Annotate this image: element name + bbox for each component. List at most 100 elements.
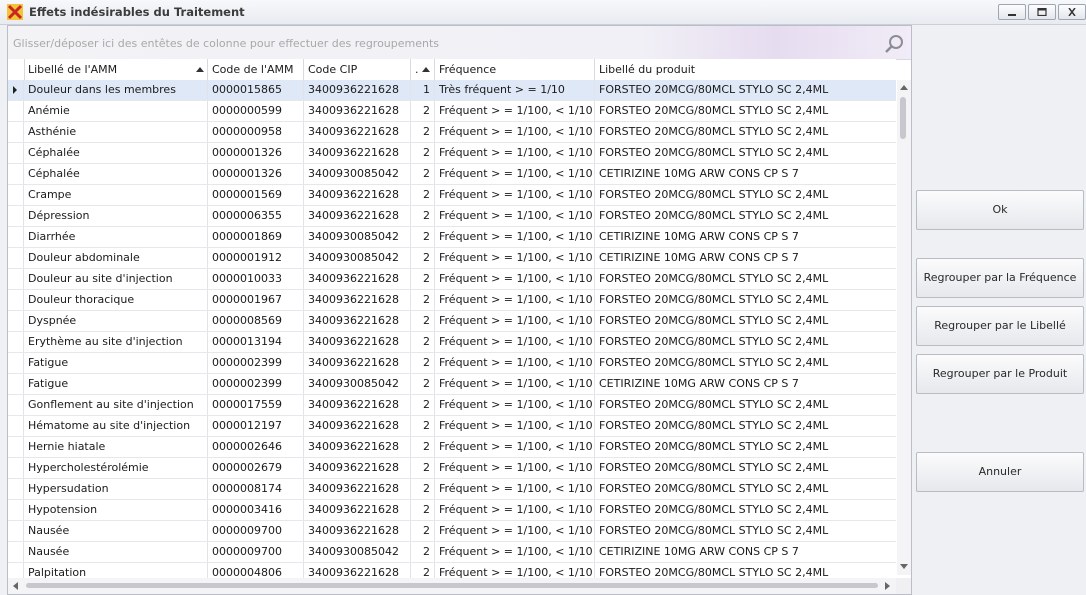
cell-amm-code[interactable]: 0000001326: [208, 164, 304, 184]
cell-cip-code[interactable]: 3400936221628: [304, 185, 411, 205]
cell-frequency[interactable]: Fréquent > = 1/100, < 1/10: [435, 101, 595, 121]
vertical-scrollbar[interactable]: [897, 80, 911, 575]
cell-rank[interactable]: 2: [411, 185, 435, 205]
cell-amm-code[interactable]: 0000008174: [208, 479, 304, 499]
cell-rank[interactable]: 1: [411, 80, 435, 100]
cell-frequency[interactable]: Fréquent > = 1/100, < 1/10: [435, 206, 595, 226]
scroll-left-arrow-icon[interactable]: [13, 582, 18, 590]
horizontal-scroll-thumb[interactable]: [26, 583, 878, 588]
cell-amm-code[interactable]: 0000000599: [208, 101, 304, 121]
cell-amm-code[interactable]: 0000006355: [208, 206, 304, 226]
cell-product[interactable]: FORSTEO 20MCG/80MCL STYLO SC 2,4ML: [595, 416, 896, 436]
cell-rank[interactable]: 2: [411, 332, 435, 352]
cell-cip-code[interactable]: 3400930085042: [304, 374, 411, 394]
cell-product[interactable]: FORSTEO 20MCG/80MCL STYLO SC 2,4ML: [595, 395, 896, 415]
table-row[interactable]: Douleur abdominale 0000001912 340093008504…: [8, 248, 896, 269]
cell-amm-label[interactable]: Hypotension: [24, 500, 208, 520]
cell-amm-label[interactable]: Douleur abdominale: [24, 248, 208, 268]
cell-cip-code[interactable]: 3400930085042: [304, 542, 411, 562]
table-row[interactable]: Douleur dans les membres 0000015865 340093…: [8, 80, 896, 101]
cell-frequency[interactable]: Fréquent > = 1/100, < 1/10: [435, 353, 595, 373]
cell-product[interactable]: FORSTEO 20MCG/80MCL STYLO SC 2,4ML: [595, 311, 896, 331]
cell-frequency[interactable]: Fréquent > = 1/100, < 1/10: [435, 248, 595, 268]
table-row[interactable]: Hypercholestérolémie 0000002679 3400936221…: [8, 458, 896, 479]
column-header-cip-code[interactable]: Code CIP: [304, 59, 411, 80]
cell-frequency[interactable]: Fréquent > = 1/100, < 1/10: [435, 227, 595, 247]
cell-amm-code[interactable]: 0000009700: [208, 542, 304, 562]
group-drop-panel[interactable]: Glisser/déposer ici des entêtes de colon…: [8, 26, 911, 60]
table-row[interactable]: Douleur au site d'injection 0000010033 340…: [8, 269, 896, 290]
table-row[interactable]: Douleur thoracique 0000001967 340093622162…: [8, 290, 896, 311]
scroll-up-arrow-icon[interactable]: [900, 85, 908, 90]
cell-product[interactable]: CETIRIZINE 10MG ARW CONS CP S 7: [595, 227, 896, 247]
row-indicator[interactable]: [8, 563, 24, 579]
row-indicator[interactable]: [8, 458, 24, 478]
cell-product[interactable]: FORSTEO 20MCG/80MCL STYLO SC 2,4ML: [595, 500, 896, 520]
vertical-scroll-thumb[interactable]: [900, 97, 906, 139]
cell-product[interactable]: FORSTEO 20MCG/80MCL STYLO SC 2,4ML: [595, 101, 896, 121]
cell-amm-code[interactable]: 0000001326: [208, 143, 304, 163]
cell-rank[interactable]: 2: [411, 269, 435, 289]
cell-rank[interactable]: 2: [411, 437, 435, 457]
cell-cip-code[interactable]: 3400936221628: [304, 521, 411, 541]
cell-frequency[interactable]: Très fréquent > = 1/10: [435, 80, 595, 100]
cell-rank[interactable]: 2: [411, 206, 435, 226]
cell-frequency[interactable]: Fréquent > = 1/100, < 1/10: [435, 521, 595, 541]
table-row[interactable]: Anémie 0000000599 3400936221628 2 Fréquent >…: [8, 101, 896, 122]
table-row[interactable]: Gonflement au site d'injection 0000017559…: [8, 395, 896, 416]
group-by-product-button[interactable]: Regrouper par le Produit: [916, 354, 1084, 394]
row-indicator[interactable]: [8, 143, 24, 163]
cell-amm-code[interactable]: 0000013194: [208, 332, 304, 352]
cell-cip-code[interactable]: 3400936221628: [304, 80, 411, 100]
row-indicator[interactable]: [8, 269, 24, 289]
cell-cip-code[interactable]: 3400936221628: [304, 458, 411, 478]
cell-cip-code[interactable]: 3400936221628: [304, 206, 411, 226]
cell-rank[interactable]: 2: [411, 227, 435, 247]
cell-product[interactable]: FORSTEO 20MCG/80MCL STYLO SC 2,4ML: [595, 143, 896, 163]
cell-cip-code[interactable]: 3400936221628: [304, 563, 411, 579]
cell-amm-code[interactable]: 0000001967: [208, 290, 304, 310]
cell-rank[interactable]: 2: [411, 164, 435, 184]
row-indicator[interactable]: [8, 80, 24, 100]
cell-cip-code[interactable]: 3400936221628: [304, 101, 411, 121]
cell-amm-code[interactable]: 0000017559: [208, 395, 304, 415]
column-header-product[interactable]: Libellé du produit: [595, 59, 896, 80]
cell-frequency[interactable]: Fréquent > = 1/100, < 1/10: [435, 164, 595, 184]
table-row[interactable]: Palpitation 0000004806 3400936221628 2 Fréqu…: [8, 563, 896, 579]
cell-amm-label[interactable]: Hypercholestérolémie: [24, 458, 208, 478]
row-indicator[interactable]: [8, 332, 24, 352]
cell-frequency[interactable]: Fréquent > = 1/100, < 1/10: [435, 395, 595, 415]
cell-cip-code[interactable]: 3400936221628: [304, 269, 411, 289]
cell-amm-code[interactable]: 0000002679: [208, 458, 304, 478]
cell-product[interactable]: FORSTEO 20MCG/80MCL STYLO SC 2,4ML: [595, 185, 896, 205]
cell-product[interactable]: CETIRIZINE 10MG ARW CONS CP S 7: [595, 542, 896, 562]
cell-cip-code[interactable]: 3400936221628: [304, 332, 411, 352]
table-row[interactable]: Hypersudation 0000008174 3400936221628 2 Fré…: [8, 479, 896, 500]
cell-product[interactable]: FORSTEO 20MCG/80MCL STYLO SC 2,4ML: [595, 458, 896, 478]
cell-rank[interactable]: 2: [411, 143, 435, 163]
cell-frequency[interactable]: Fréquent > = 1/100, < 1/10: [435, 143, 595, 163]
cell-rank[interactable]: 2: [411, 416, 435, 436]
cell-product[interactable]: FORSTEO 20MCG/80MCL STYLO SC 2,4ML: [595, 332, 896, 352]
cell-product[interactable]: FORSTEO 20MCG/80MCL STYLO SC 2,4ML: [595, 269, 896, 289]
cell-amm-code[interactable]: 0000003416: [208, 500, 304, 520]
table-row[interactable]: Diarrhée 0000001869 3400930085042 2 Fréquent…: [8, 227, 896, 248]
cell-cip-code[interactable]: 3400936221628: [304, 311, 411, 331]
cell-cip-code[interactable]: 3400930085042: [304, 248, 411, 268]
group-by-label-button[interactable]: Regrouper par le Libellé: [916, 306, 1084, 346]
cell-rank[interactable]: 2: [411, 458, 435, 478]
table-row[interactable]: Hématome au site d'injection 0000012197 34…: [8, 416, 896, 437]
row-indicator[interactable]: [8, 206, 24, 226]
row-indicator[interactable]: [8, 248, 24, 268]
row-indicator[interactable]: [8, 521, 24, 541]
cell-amm-label[interactable]: Erythème au site d'injection: [24, 332, 208, 352]
cell-rank[interactable]: 2: [411, 101, 435, 121]
cell-cip-code[interactable]: 3400936221628: [304, 290, 411, 310]
cell-cip-code[interactable]: 3400936221628: [304, 500, 411, 520]
cell-cip-code[interactable]: 3400936221628: [304, 437, 411, 457]
row-indicator[interactable]: [8, 542, 24, 562]
column-header-frequency[interactable]: Fréquence: [435, 59, 595, 80]
cell-amm-code[interactable]: 0000010033: [208, 269, 304, 289]
maximize-button[interactable]: [1028, 4, 1056, 20]
cell-frequency[interactable]: Fréquent > = 1/100, < 1/10: [435, 374, 595, 394]
